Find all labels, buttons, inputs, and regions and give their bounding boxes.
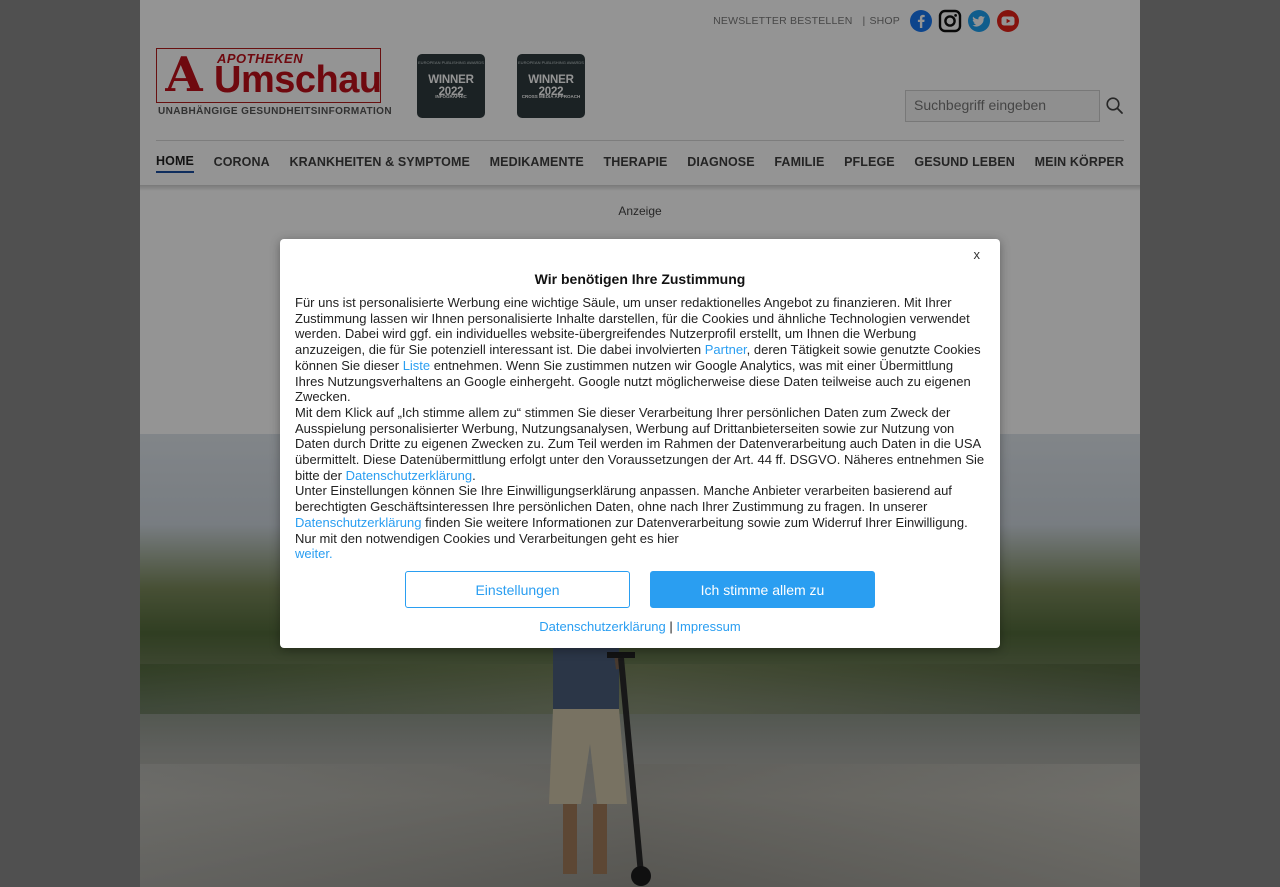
- partner-link[interactable]: Partner: [705, 342, 747, 357]
- consent-title: Wir benötigen Ihre Zustimmung: [534, 271, 746, 287]
- continue-necessary-only-link[interactable]: weiter.: [295, 546, 333, 561]
- consent-text-segment: Nur mit den notwendigen Cookies und Vera…: [295, 530, 679, 546]
- consent-paragraph-2: Mit dem Klick auf „Ich stimme allem zu“ …: [295, 405, 985, 484]
- footer-imprint-link[interactable]: Impressum: [676, 619, 740, 634]
- consent-text-segment: .: [472, 467, 476, 483]
- consent-text: Für uns ist personalisierte Werbung eine…: [295, 295, 985, 562]
- consent-text-segment: Unter Einstellungen können Sie Ihre Einw…: [295, 483, 952, 515]
- close-button[interactable]: x: [974, 247, 981, 262]
- consent-dialog: x Wir benötigen Ihre Zustimmung Für uns …: [280, 239, 1000, 648]
- list-link[interactable]: Liste: [403, 358, 430, 373]
- privacy-policy-link[interactable]: Datenschutzerklärung: [346, 468, 472, 483]
- privacy-policy-link[interactable]: Datenschutzerklärung: [295, 515, 421, 530]
- consent-paragraph-1: Für uns ist personalisierte Werbung eine…: [295, 295, 985, 405]
- accept-all-button[interactable]: Ich stimme allem zu: [650, 571, 875, 608]
- consent-paragraph-4: Nur mit den notwendigen Cookies und Vera…: [295, 531, 985, 562]
- consent-footer: Datenschutzerklärung | Impressum: [280, 619, 1000, 634]
- settings-button[interactable]: Einstellungen: [405, 571, 630, 608]
- footer-privacy-link[interactable]: Datenschutzerklärung: [539, 619, 665, 634]
- consent-text-segment: finden Sie weitere Informationen zur Dat…: [421, 514, 968, 530]
- consent-paragraph-3: Unter Einstellungen können Sie Ihre Einw…: [295, 483, 985, 530]
- footer-separator: |: [669, 619, 673, 634]
